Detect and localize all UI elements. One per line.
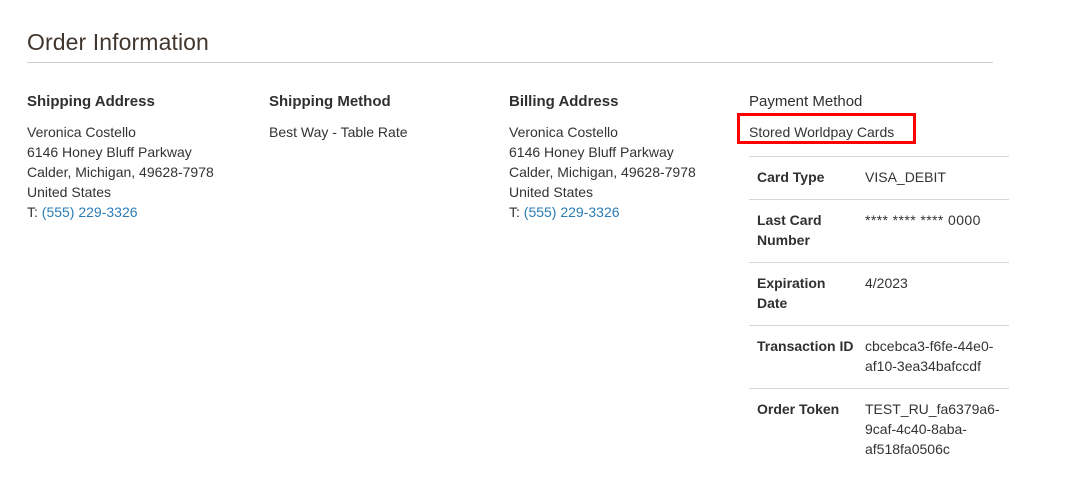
shipping-phone-link[interactable]: (555) 229-3326 — [42, 204, 138, 220]
billing-phone-prefix: T: — [509, 204, 520, 220]
shipping-method-value: Best Way - Table Rate — [269, 124, 408, 140]
shipping-address-country: United States — [27, 184, 112, 200]
detail-label: Transaction ID — [757, 338, 854, 354]
payment-details-table: Card Type VISA_DEBIT Last Card Number **… — [749, 156, 1009, 471]
detail-value: TEST_RU_fa6379a6-9caf-4c40-8aba-af518fa0… — [865, 401, 1000, 457]
detail-value: cbcebca3-f6fe-44e0-af10-3ea34bafccdf — [865, 338, 994, 374]
detail-value: VISA_DEBIT — [865, 169, 946, 185]
table-row: Expiration Date 4/2023 — [749, 262, 1009, 326]
billing-address-country: United States — [509, 184, 594, 200]
payment-details-body: Card Type VISA_DEBIT Last Card Number **… — [749, 156, 1009, 472]
payment-method-heading: Payment Method — [749, 93, 863, 110]
detail-label: Last Card Number — [757, 212, 822, 248]
title-divider — [27, 62, 993, 63]
payment-method-column: Payment Method Stored Worldpay Cards Car… — [737, 92, 1011, 471]
shipping-address-heading: Shipping Address — [27, 93, 155, 110]
detail-value: 4/2023 — [865, 275, 908, 291]
page-title: Order Information — [27, 29, 209, 55]
shipping-phone-prefix: T: — [27, 204, 38, 220]
shipping-address-name: Veronica Costello — [27, 124, 136, 140]
payment-method-title: Stored Worldpay Cards — [749, 124, 895, 140]
table-row: Order Token TEST_RU_fa6379a6-9caf-4c40-8… — [749, 388, 1009, 472]
detail-value: **** **** **** 0000 — [865, 212, 981, 228]
shipping-address-column: Shipping Address Veronica Costello 6146 … — [27, 92, 257, 222]
order-information-page: Order Information Shipping Address Veron… — [0, 0, 1071, 500]
shipping-method-heading: Shipping Method — [269, 93, 391, 110]
billing-address-heading: Billing Address — [509, 93, 619, 110]
billing-address-phone-line: T: (555) 229-3326 — [509, 202, 739, 222]
billing-address-name: Veronica Costello — [509, 124, 618, 140]
shipping-method-column: Shipping Method Best Way - Table Rate — [269, 92, 499, 142]
detail-label: Expiration Date — [757, 275, 826, 311]
shipping-address-phone-line: T: (555) 229-3326 — [27, 202, 257, 222]
billing-address-column: Billing Address Veronica Costello 6146 H… — [509, 92, 739, 222]
table-row: Transaction ID cbcebca3-f6fe-44e0-af10-3… — [749, 325, 1009, 389]
shipping-address-street: 6146 Honey Bluff Parkway — [27, 144, 192, 160]
billing-address-city-state-zip: Calder, Michigan, 49628-7978 — [509, 164, 696, 180]
shipping-address-city-state-zip: Calder, Michigan, 49628-7978 — [27, 164, 214, 180]
detail-label: Order Token — [757, 401, 840, 417]
billing-phone-link[interactable]: (555) 229-3326 — [524, 204, 620, 220]
table-row: Card Type VISA_DEBIT — [749, 156, 1009, 200]
detail-label: Card Type — [757, 169, 825, 185]
payment-method-title-wrapper: Stored Worldpay Cards — [737, 113, 916, 144]
billing-address-street: 6146 Honey Bluff Parkway — [509, 144, 674, 160]
table-row: Last Card Number **** **** **** 0000 — [749, 199, 1009, 263]
